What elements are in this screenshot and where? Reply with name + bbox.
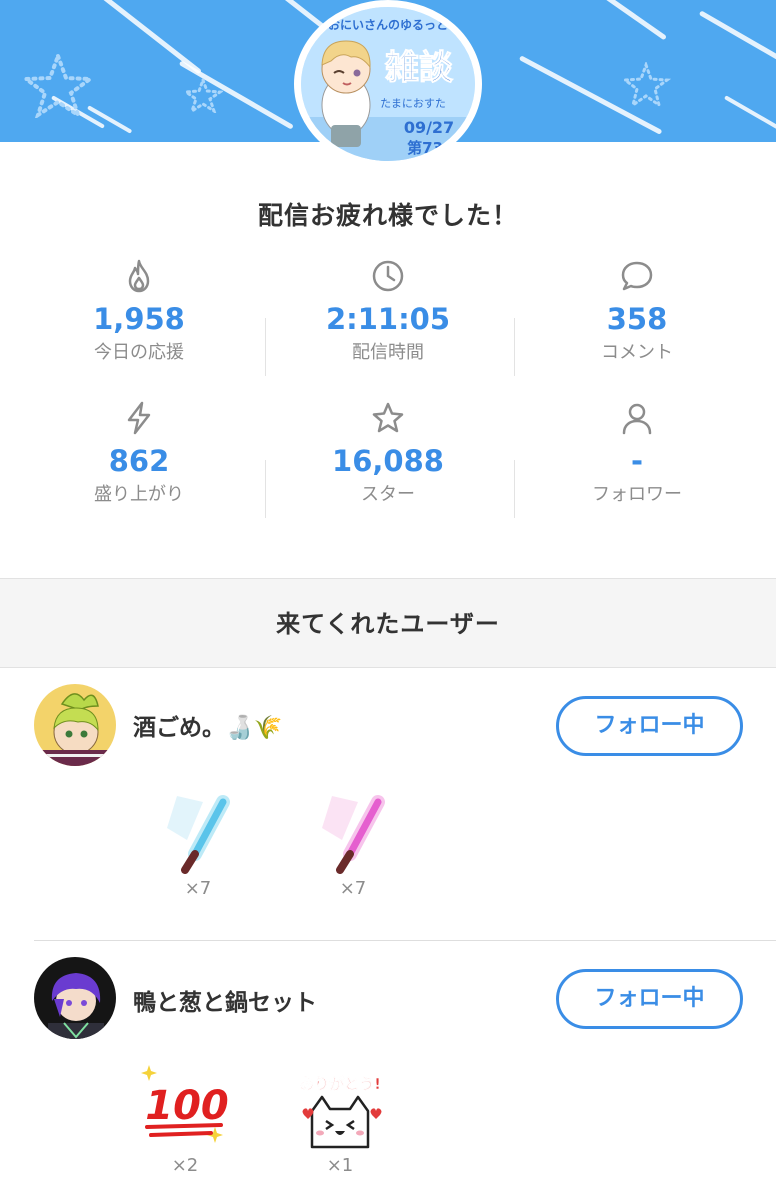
thank-you-cat-icon: ありがとう! xyxy=(299,1075,382,1149)
star-decoration-icon xyxy=(621,62,671,108)
gift-count: ×2 xyxy=(171,1155,199,1176)
avatar[interactable] xyxy=(34,957,116,1039)
comment-bubble-icon xyxy=(621,261,653,291)
stat-value: 2:11:05 xyxy=(325,302,451,336)
stat-followers: - フォロワー xyxy=(508,400,766,530)
visitors-section-header: 来てくれたユーザー xyxy=(0,578,776,668)
stat-stream-time: 2:11:05 配信時間 xyxy=(259,258,517,388)
visitors-section-title: 来てくれたユーザー xyxy=(276,610,500,638)
stat-cheers: 1,958 今日の応援 xyxy=(10,258,268,388)
thumbnail-line-5: 第73 xyxy=(407,139,443,157)
stream-finished-title: 配信お疲れ様でした！ xyxy=(257,201,518,230)
gift-item: ×7 xyxy=(303,788,403,899)
clock-icon xyxy=(372,260,404,292)
stat-comments: 358 コメント xyxy=(508,258,766,388)
stat-value: 1,958 xyxy=(93,302,185,336)
stat-divider xyxy=(514,460,515,518)
stat-stars: 16,088 スター xyxy=(259,400,517,530)
stream-thumbnail-art: おにいさんのゆるっと 雑談 たまにおすた 09/27 第73 xyxy=(301,7,475,161)
flame-icon xyxy=(128,259,150,293)
stream-stats-grid: 1,958 今日の応援 2:11:05 配信時間 358 コメント 862 盛り… xyxy=(0,258,776,538)
stat-value: 16,088 xyxy=(332,444,444,478)
avatar[interactable] xyxy=(34,684,116,766)
stat-value: 358 xyxy=(606,302,668,336)
star-decoration-icon xyxy=(183,77,223,113)
person-icon xyxy=(622,403,652,435)
stat-value: - xyxy=(630,444,644,478)
stat-label: 今日の応援 xyxy=(94,342,184,363)
visitor-row: 酒ごめ。🍶🌾 フォロー中 ×7 ×7 xyxy=(0,668,776,940)
pink-glowstick-icon xyxy=(322,795,385,874)
gift-item: 100 ×2 xyxy=(135,1061,235,1176)
hundred-text: 100 xyxy=(145,1083,229,1129)
thumbnail-line-4: 09/27 xyxy=(404,118,454,137)
star-icon xyxy=(372,402,404,433)
stat-excitement: 862 盛り上がり xyxy=(10,400,268,530)
stat-divider xyxy=(265,460,266,518)
stat-divider xyxy=(514,318,515,376)
stat-label: 盛り上がり xyxy=(94,484,184,505)
hundred-points-icon: 100 xyxy=(141,1065,229,1143)
stat-value: 862 xyxy=(108,444,170,478)
stat-label: 配信時間 xyxy=(352,342,424,363)
thumbnail-line-2: 雑談 xyxy=(384,48,454,88)
user-name[interactable]: 鴨と葱と鍋セット xyxy=(133,983,317,1017)
user-avatar-art xyxy=(34,957,116,1039)
stat-label: フォロワー xyxy=(592,484,682,505)
blue-glowstick-icon xyxy=(167,795,230,874)
following-button[interactable]: フォロー中 xyxy=(556,696,743,756)
stat-label: コメント xyxy=(601,342,673,363)
stream-thumbnail-wrapper: おにいさんのゆるっと 雑談 たまにおすた 09/27 第73 xyxy=(293,0,483,170)
gift-item: ありがとう! ×1 xyxy=(290,1061,390,1176)
stat-divider xyxy=(265,318,266,376)
gift-count: ×7 xyxy=(339,878,367,899)
star-decoration-icon xyxy=(22,52,94,118)
thumbnail-line-3: たまにおすた xyxy=(380,97,446,110)
gift-item: ×7 xyxy=(148,788,248,899)
thumbnail-line-1: おにいさんのゆるっと xyxy=(328,18,448,32)
stream-thumbnail[interactable]: おにいさんのゆるっと 雑談 たまにおすた 09/27 第73 xyxy=(294,0,482,168)
following-button[interactable]: フォロー中 xyxy=(556,969,743,1029)
thank-you-text: ありがとう! xyxy=(299,1075,381,1093)
user-name[interactable]: 酒ごめ。🍶🌾 xyxy=(133,708,282,742)
lightning-icon xyxy=(127,401,151,435)
user-avatar-art xyxy=(34,684,116,766)
visitor-row: 鴨と葱と鍋セット フォロー中 100 ×2 ありがとう! ×1 xyxy=(0,941,776,1200)
gift-count: ×7 xyxy=(184,878,212,899)
gift-count: ×1 xyxy=(326,1155,354,1176)
stat-label: スター xyxy=(361,484,415,505)
